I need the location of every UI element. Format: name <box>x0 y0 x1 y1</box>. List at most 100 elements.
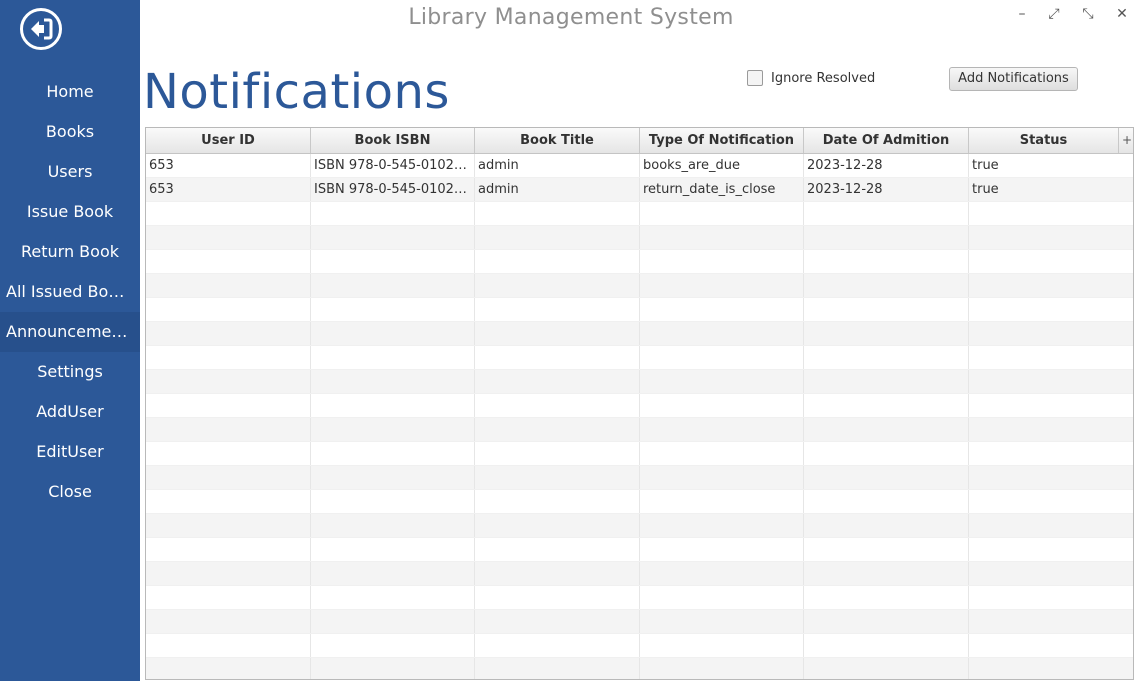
table-row[interactable]: 653 ISBN 978-0-545-01022-1 admin return_dat… <box>146 178 1133 202</box>
table-cell <box>969 586 1133 609</box>
table-cell <box>311 322 475 345</box>
table-cell: ISBN 978-0-545-01022-1 <box>311 178 475 201</box>
nav-return-book[interactable]: Return Book <box>0 232 140 272</box>
column-header-date-of-admition[interactable]: Date Of Admition <box>804 128 969 153</box>
table-cell <box>311 394 475 417</box>
nav-announcements[interactable]: Announcements <box>0 312 140 352</box>
add-notifications-button[interactable]: Add Notifications <box>949 67 1078 91</box>
table-cell <box>146 442 311 465</box>
table-cell <box>804 298 969 321</box>
logout-icon[interactable] <box>20 8 62 50</box>
restore-icon[interactable]: ⤢ <box>1044 4 1064 24</box>
table-cell <box>804 634 969 657</box>
table-cell <box>969 250 1133 273</box>
table-cell <box>640 658 804 679</box>
empty-table-row <box>146 610 1133 634</box>
table-cell <box>640 586 804 609</box>
table-cell <box>640 634 804 657</box>
column-header-status[interactable]: Status <box>969 128 1119 153</box>
table-cell <box>640 562 804 585</box>
table-cell <box>969 634 1133 657</box>
table-cell <box>475 634 640 657</box>
table-cell <box>311 586 475 609</box>
nav-issue-book[interactable]: Issue Book <box>0 192 140 232</box>
close-icon[interactable]: ✕ <box>1112 4 1132 24</box>
table-cell <box>969 442 1133 465</box>
table-cell <box>475 562 640 585</box>
table-cell <box>311 346 475 369</box>
table-cell <box>475 658 640 679</box>
empty-table-row <box>146 418 1133 442</box>
column-header-type-of-notification[interactable]: Type Of Notification <box>640 128 804 153</box>
column-header-book-title[interactable]: Book Title <box>475 128 640 153</box>
window-title: Library Management System <box>408 5 734 30</box>
column-header-book-isbn[interactable]: Book ISBN <box>311 128 475 153</box>
table-cell <box>969 658 1133 679</box>
table-cell <box>969 466 1133 489</box>
table-cell <box>146 562 311 585</box>
table-cell <box>640 346 804 369</box>
empty-table-row <box>146 394 1133 418</box>
maximize-icon[interactable]: ⤡ <box>1078 4 1098 24</box>
table-cell <box>475 490 640 513</box>
table-cell <box>146 226 311 249</box>
table-cell <box>969 610 1133 633</box>
table-cell <box>146 394 311 417</box>
table-cell <box>146 298 311 321</box>
table-cell: 653 <box>146 178 311 201</box>
table-cell: true <box>969 178 1133 201</box>
table-cell <box>475 202 640 225</box>
table-cell <box>475 322 640 345</box>
table-cell <box>804 586 969 609</box>
column-menu-icon[interactable]: + <box>1119 128 1133 153</box>
nav-add-user[interactable]: AddUser <box>0 392 140 432</box>
table-cell <box>146 538 311 561</box>
nav-edit-user[interactable]: EditUser <box>0 432 140 472</box>
empty-table-row <box>146 466 1133 490</box>
nav-books[interactable]: Books <box>0 112 140 152</box>
table-cell <box>640 202 804 225</box>
empty-table-row <box>146 322 1133 346</box>
table-cell <box>311 442 475 465</box>
table-cell <box>146 418 311 441</box>
table-cell <box>146 610 311 633</box>
table-cell <box>640 418 804 441</box>
table-cell: return_date_is_close <box>640 178 804 201</box>
table-cell <box>969 346 1133 369</box>
ignore-resolved-checkbox[interactable] <box>747 70 763 86</box>
table-row[interactable]: 653 ISBN 978-0-545-01022-1 admin books_are_… <box>146 154 1133 178</box>
nav-home[interactable]: Home <box>0 72 140 112</box>
notifications-table[interactable]: User ID Book ISBN Book Title Type Of Not… <box>145 127 1134 680</box>
page-title: Notifications <box>143 64 450 120</box>
nav-settings[interactable]: Settings <box>0 352 140 392</box>
empty-table-row <box>146 202 1133 226</box>
table-cell <box>146 490 311 513</box>
minimize-icon[interactable]: – <box>1012 4 1032 24</box>
table-cell <box>475 538 640 561</box>
nav-all-issued-books[interactable]: All Issued Books <box>0 272 140 312</box>
table-cell <box>804 538 969 561</box>
column-header-user-id[interactable]: User ID <box>146 128 311 153</box>
ignore-resolved-label[interactable]: Ignore Resolved <box>771 71 875 86</box>
table-cell: 2023-12-28 <box>804 178 969 201</box>
table-cell <box>311 514 475 537</box>
table-header: User ID Book ISBN Book Title Type Of Not… <box>146 128 1133 154</box>
table-cell <box>969 562 1133 585</box>
nav-users[interactable]: Users <box>0 152 140 192</box>
table-cell <box>640 274 804 297</box>
table-cell <box>640 466 804 489</box>
table-cell <box>475 298 640 321</box>
table-cell: 653 <box>146 154 311 177</box>
empty-table-row <box>146 634 1133 658</box>
table-cell <box>969 274 1133 297</box>
empty-table-row <box>146 298 1133 322</box>
table-cell <box>804 226 969 249</box>
table-cell <box>804 274 969 297</box>
table-cell <box>475 442 640 465</box>
table-cell <box>640 226 804 249</box>
table-cell: admin <box>475 178 640 201</box>
table-cell <box>475 418 640 441</box>
table-cell <box>311 274 475 297</box>
nav-close[interactable]: Close <box>0 472 140 512</box>
table-cell <box>640 394 804 417</box>
